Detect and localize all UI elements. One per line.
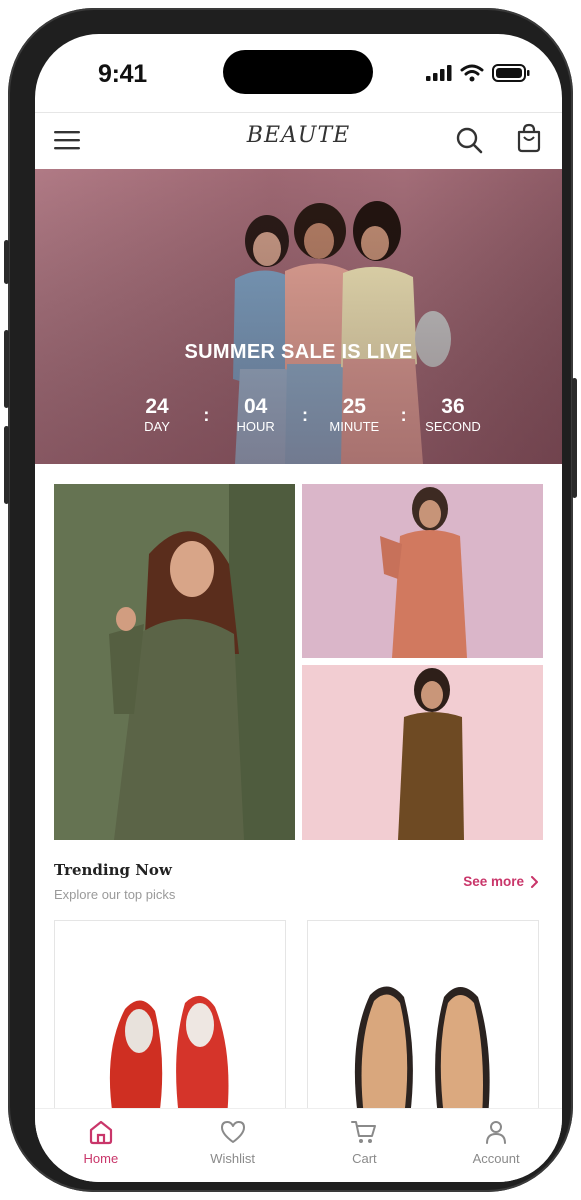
tab-cart[interactable]: Cart bbox=[299, 1109, 431, 1182]
tab-label: Home bbox=[83, 1151, 119, 1166]
see-more-label: See more bbox=[463, 874, 524, 889]
status-icons bbox=[426, 64, 530, 82]
power-button bbox=[572, 378, 577, 498]
mute-switch bbox=[4, 240, 9, 284]
status-time: 9:41 bbox=[98, 60, 147, 88]
battery-icon bbox=[492, 64, 530, 82]
section-title: Trending Now bbox=[54, 861, 172, 879]
countdown-separator: : bbox=[203, 405, 210, 425]
countdown-day: 24 DAY bbox=[125, 395, 189, 435]
countdown-label: SECOND bbox=[425, 419, 481, 434]
see-more-link[interactable]: See more bbox=[463, 874, 538, 889]
signal-icon bbox=[426, 65, 452, 81]
hero-title: SUMMER SALE IS LIVE bbox=[184, 341, 413, 363]
countdown-separator: : bbox=[301, 405, 308, 425]
wifi-icon bbox=[460, 64, 484, 82]
search-icon[interactable] bbox=[455, 126, 483, 159]
tab-label: Account bbox=[472, 1151, 520, 1166]
sale-countdown: 24 DAY : 04 HOUR : 25 MINUTE : 36 SECOND bbox=[125, 395, 485, 435]
cart-icon bbox=[351, 1121, 377, 1143]
volume-down-button bbox=[4, 426, 9, 504]
hero-banner[interactable]: SUMMER SALE IS LIVE 24 DAY : 04 HOUR : 2… bbox=[35, 169, 562, 464]
tab-home[interactable]: Home bbox=[35, 1109, 167, 1182]
chevron-right-icon bbox=[531, 875, 538, 888]
status-bar: 9:41 bbox=[35, 34, 562, 112]
promo-image-large[interactable] bbox=[54, 484, 295, 840]
phone-frame: 9:41 BEAUTE SUMMER SALE IS LIVE 24 DAY:… bbox=[4, 8, 577, 1192]
countdown-second: 36 SECOND bbox=[421, 395, 485, 435]
countdown-label: MINUTE bbox=[329, 419, 380, 434]
countdown-minute: 25 MINUTE bbox=[322, 395, 386, 435]
tab-wishlist[interactable]: Wishlist bbox=[167, 1109, 299, 1182]
shopping-bag-icon[interactable] bbox=[515, 123, 543, 158]
dynamic-island bbox=[223, 50, 373, 94]
tab-label: Cart bbox=[352, 1151, 377, 1166]
app-screen: 9:41 BEAUTE SUMMER SALE IS LIVE 24 DAY:… bbox=[35, 34, 562, 1182]
countdown-value: 25 bbox=[342, 395, 366, 418]
user-icon bbox=[486, 1121, 507, 1144]
countdown-value: 24 bbox=[145, 395, 169, 418]
home-icon bbox=[89, 1120, 112, 1145]
countdown-value: 36 bbox=[441, 395, 465, 418]
promo-image-bottom-right[interactable] bbox=[302, 665, 543, 840]
promo-image-top-right[interactable] bbox=[302, 484, 543, 658]
tab-account[interactable]: Account bbox=[430, 1109, 562, 1182]
tab-label: Wishlist bbox=[210, 1151, 256, 1166]
countdown-label: HOUR bbox=[236, 419, 275, 434]
app-header: BEAUTE bbox=[35, 112, 562, 169]
heart-icon bbox=[220, 1121, 245, 1143]
volume-up-button bbox=[4, 330, 9, 408]
countdown-label: DAY bbox=[144, 419, 170, 434]
countdown-hour: 04 HOUR bbox=[224, 395, 288, 435]
countdown-value: 04 bbox=[243, 395, 268, 418]
section-subtitle: Explore our top picks bbox=[54, 887, 176, 902]
bottom-tab-bar: Home Wishlist Cart Account bbox=[35, 1108, 562, 1182]
countdown-separator: : bbox=[400, 405, 407, 425]
